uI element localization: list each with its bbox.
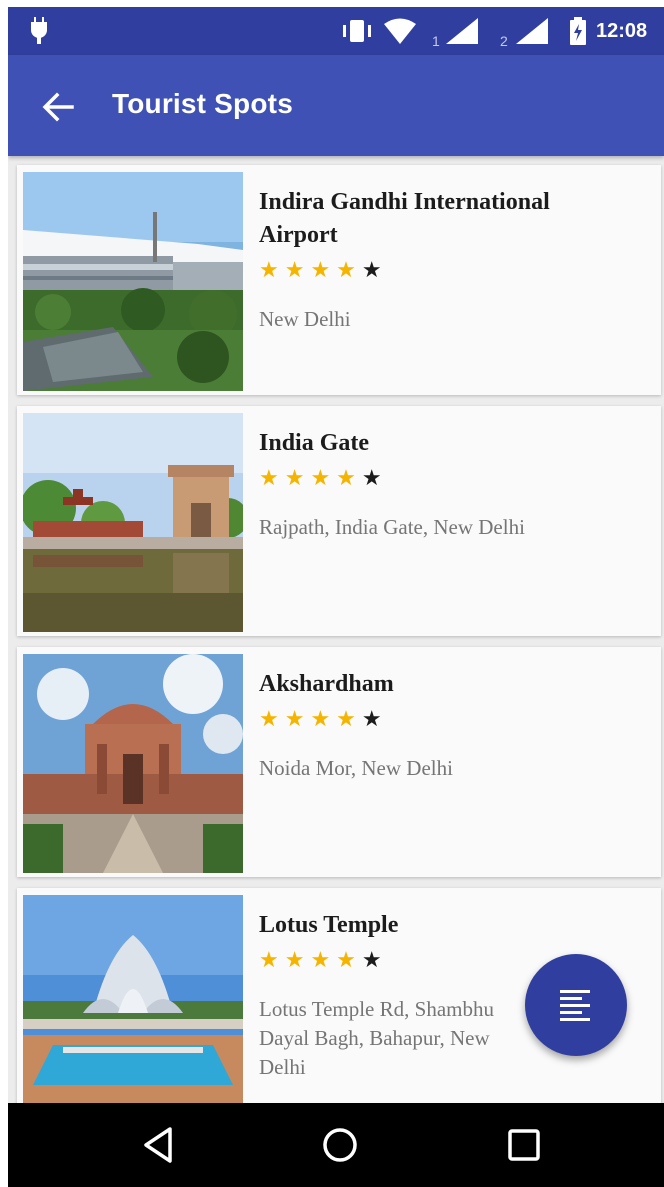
spot-location: Rajpath, India Gate, New Delhi [259, 515, 525, 539]
clock: 12:08 [596, 19, 648, 42]
star-half-icon: ★ [361, 947, 388, 972]
rating-stars: ★★★★★ [259, 706, 388, 731]
status-bar: 1 2 12:08 [8, 7, 664, 55]
star-half-icon: ★ [361, 706, 388, 731]
vibrate-icon [340, 7, 374, 55]
spot-card-airport[interactable]: Indira Gandhi International Airport ★★★★… [17, 165, 661, 395]
system-nav-bar [8, 1103, 664, 1187]
rating-stars: ★★★★★ [259, 947, 388, 972]
arrow-back-icon[interactable] [38, 87, 78, 127]
spot-name: Akshardham [259, 671, 394, 697]
rating-stars: ★★★★★ [259, 257, 388, 282]
spot-image-lotus-temple [23, 895, 243, 1103]
star-half-icon: ★ [361, 465, 388, 490]
recents-square-icon[interactable] [502, 1123, 546, 1167]
spot-image-akshardham [23, 654, 243, 873]
battery-icon [568, 7, 588, 55]
spot-location: Lotus Temple Rd, Shambhu Dayal Bagh, Bah… [259, 997, 494, 1079]
app-screen: 1 2 12:08 Tourist Spots Indira Gandhi In… [8, 7, 664, 1187]
home-circle-icon[interactable] [318, 1123, 362, 1167]
spot-name: Lotus Temple [259, 912, 399, 938]
spot-location: New Delhi [259, 307, 351, 331]
back-triangle-icon[interactable] [138, 1123, 182, 1167]
list-icon [560, 990, 590, 1021]
spot-image-india-gate [23, 413, 243, 632]
spot-card-akshardham[interactable]: Akshardham ★★★★★ Noida Mor, New Delhi [17, 647, 661, 877]
spot-image-airport [23, 172, 243, 391]
spot-card-india-gate[interactable]: India Gate ★★★★★ Rajpath, India Gate, Ne… [17, 406, 661, 636]
app-toolbar: Tourist Spots [8, 55, 664, 156]
android-debug-icon [26, 7, 52, 55]
list-fab-button[interactable] [525, 954, 627, 1056]
page-title: Tourist Spots [112, 88, 293, 119]
spot-location: Noida Mor, New Delhi [259, 756, 453, 780]
rating-stars: ★★★★★ [259, 465, 388, 490]
signal-icon [514, 7, 550, 55]
wifi-icon [382, 7, 418, 55]
signal-icon [444, 7, 480, 55]
star-half-icon: ★ [361, 257, 388, 282]
spot-name: India Gate [259, 430, 370, 456]
spot-name: Indira Gandhi International Airport [259, 189, 550, 248]
